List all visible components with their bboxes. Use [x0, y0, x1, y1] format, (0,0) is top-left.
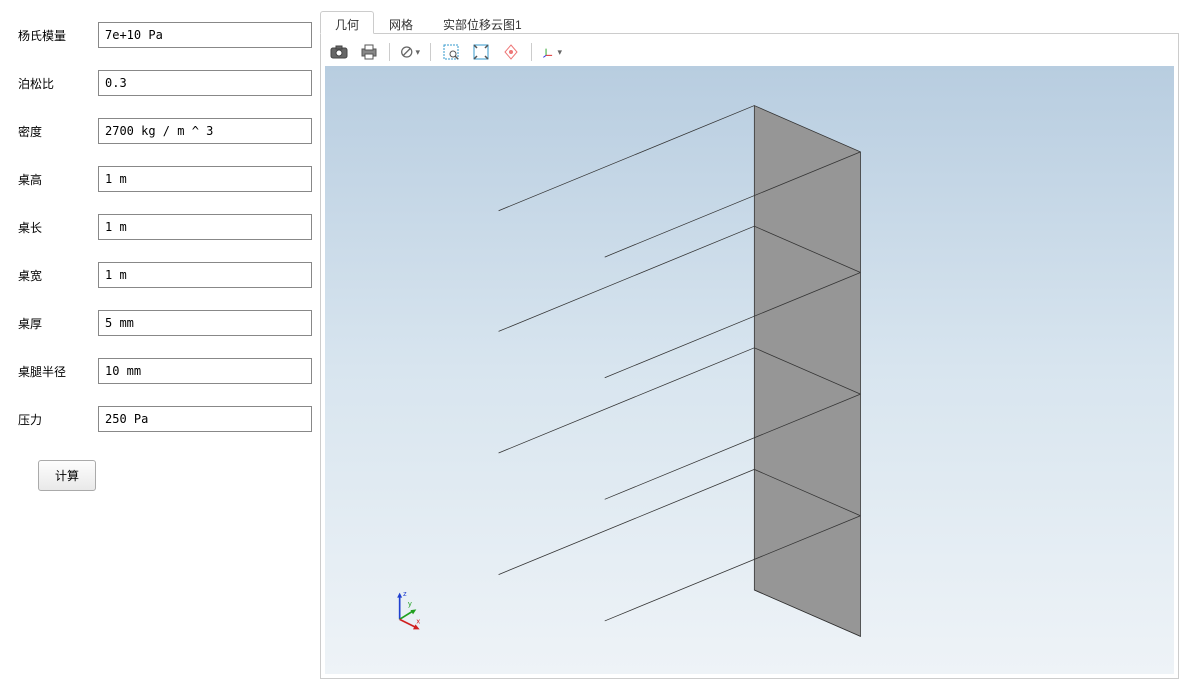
print-icon[interactable]	[359, 42, 379, 62]
label-table-height: 桌高	[18, 171, 98, 188]
tab-displacement-plot[interactable]: 实部位移云图1	[428, 11, 537, 34]
label-table-width: 桌宽	[18, 267, 98, 284]
axis-label-y: y	[408, 599, 412, 608]
label-youngs-modulus: 杨氏模量	[18, 27, 98, 44]
input-poisson-ratio[interactable]	[98, 70, 312, 96]
rotate-icon[interactable]	[501, 42, 521, 62]
label-poisson-ratio: 泊松比	[18, 75, 98, 92]
toolbar-separator	[389, 43, 390, 61]
input-youngs-modulus[interactable]	[98, 22, 312, 48]
input-table-width[interactable]	[98, 262, 312, 288]
toolbar-separator	[531, 43, 532, 61]
input-table-height[interactable]	[98, 166, 312, 192]
label-pressure: 压力	[18, 411, 98, 428]
toolbar-separator	[430, 43, 431, 61]
camera-icon[interactable]	[329, 42, 349, 62]
geometry-scene	[325, 66, 1174, 674]
3d-viewport[interactable]: z y x	[325, 66, 1174, 674]
axis-label-x: x	[416, 617, 420, 626]
fit-icon[interactable]	[471, 42, 491, 62]
tab-geometry[interactable]: 几何	[320, 11, 374, 34]
tab-bar: 几何 网格 实部位移云图1	[320, 10, 1179, 34]
input-leg-radius[interactable]	[98, 358, 312, 384]
axis-label-z: z	[403, 589, 407, 598]
reset-icon[interactable]	[400, 42, 420, 62]
label-table-length: 桌长	[18, 219, 98, 236]
input-table-length[interactable]	[98, 214, 312, 240]
input-pressure[interactable]	[98, 406, 312, 432]
zoom-select-icon[interactable]	[441, 42, 461, 62]
label-density: 密度	[18, 123, 98, 140]
parameters-panel: 杨氏模量 泊松比 密度 桌高 桌长 桌宽 桌厚 桌腿半径 压力 计算	[10, 10, 320, 679]
label-table-thickness: 桌厚	[18, 315, 98, 332]
compute-button[interactable]: 计算	[38, 460, 96, 491]
viewport-toolbar	[325, 38, 1174, 66]
axes-icon[interactable]	[542, 42, 562, 62]
axis-gizmo: z y x	[383, 586, 433, 636]
tab-mesh[interactable]: 网格	[374, 11, 428, 34]
viewport-panel: 几何 网格 实部位移云图1	[320, 10, 1179, 679]
input-density[interactable]	[98, 118, 312, 144]
input-table-thickness[interactable]	[98, 310, 312, 336]
label-leg-radius: 桌腿半径	[18, 363, 98, 380]
